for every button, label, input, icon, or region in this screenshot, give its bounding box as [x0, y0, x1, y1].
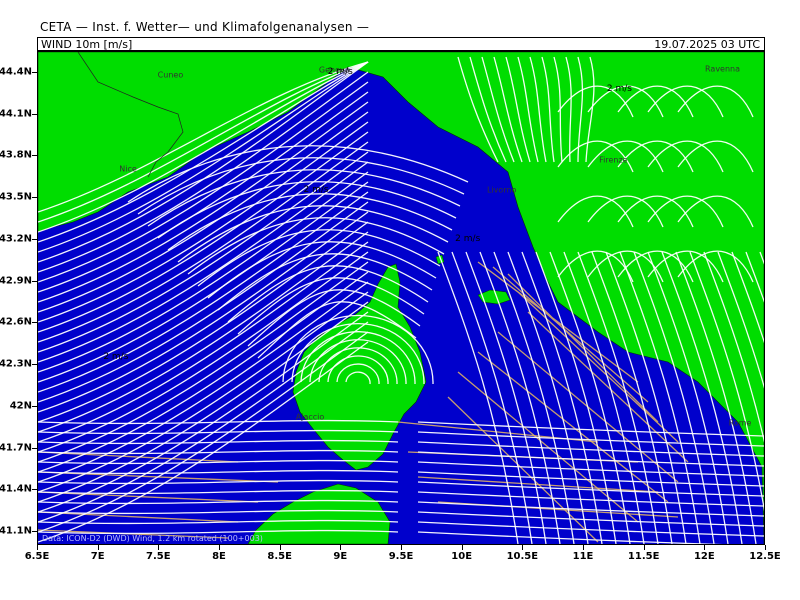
y-tick-label: 42.6N [0, 316, 32, 328]
x-tick-label: 9.5E [388, 551, 414, 562]
field-label: WIND 10m [m/s] [41, 38, 133, 51]
y-tick-label: 41.1N [0, 525, 32, 537]
y-tick-mark [32, 155, 37, 157]
x-tick-label: 9E [333, 551, 348, 562]
valid-datetime: 19.07.2025 03 UTC [654, 38, 760, 51]
city-label: Rome [728, 418, 752, 428]
wind-speed-label: 2 m/s [455, 233, 481, 244]
x-tick-label: 10.5E [506, 551, 539, 562]
x-tick-mark [97, 545, 99, 550]
wind-speed-label: 2 m/s [303, 185, 329, 196]
x-tick-label: 7.5E [146, 551, 171, 562]
y-tick-mark [32, 405, 37, 407]
city-label: Livorno [486, 185, 517, 195]
wind-map-svg [38, 52, 764, 544]
city-label: Firenze [599, 155, 628, 165]
y-tick-mark [32, 364, 37, 366]
x-tick-label: 10E [451, 551, 473, 562]
y-tick-label: 44.4N [0, 66, 32, 78]
y-tick-label: 41.7N [0, 442, 32, 454]
city-label: Nice [119, 164, 137, 174]
y-tick-mark [32, 197, 37, 199]
y-tick-mark [32, 71, 37, 73]
city-label: Ajaccio [295, 412, 325, 422]
y-tick-mark [32, 113, 37, 115]
y-tick-mark [32, 280, 37, 282]
x-tick-mark [643, 545, 645, 550]
x-tick-label: 6.5E [24, 551, 50, 562]
x-tick-mark [340, 545, 342, 550]
footer-note: Data: ICON-D2 (DWD) Wind, 1.2 km rotated… [42, 534, 263, 543]
y-tick-label: 42.3N [0, 358, 32, 370]
x-tick-mark [765, 545, 766, 550]
wind-map[interactable] [37, 51, 765, 545]
city-label: Cuneo [157, 70, 184, 80]
y-tick-label: 43.5N [0, 191, 32, 203]
x-tick-mark [704, 545, 706, 550]
x-tick-label: 8.5E [267, 551, 292, 562]
y-tick-label: 41.4N [0, 483, 32, 495]
x-tick-mark [158, 545, 160, 550]
y-tick-mark [32, 238, 37, 240]
x-tick-mark [279, 545, 281, 550]
city-label: Ravenna [705, 64, 741, 74]
x-tick-mark [461, 545, 463, 550]
y-tick-label: 42N [9, 400, 32, 412]
wind-speed-label: 2 m/s [327, 66, 353, 77]
y-tick-mark [32, 447, 37, 449]
x-tick-label: 12E [693, 551, 715, 562]
x-tick-mark [401, 545, 402, 550]
x-tick-mark [522, 545, 524, 550]
field-label-bar: WIND 10m [m/s] 19.07.2025 03 UTC [37, 37, 765, 51]
x-tick-label: 11E [572, 551, 594, 562]
y-tick-label: 43.8N [0, 149, 32, 161]
x-tick-label: 8E [212, 551, 226, 562]
x-tick-mark [37, 545, 38, 550]
y-tick-mark [32, 489, 37, 491]
y-tick-mark [32, 531, 37, 533]
x-tick-label: 7E [90, 551, 105, 562]
y-tick-label: 44.1N [0, 108, 32, 120]
x-tick-mark [219, 545, 220, 550]
y-tick-mark [32, 322, 37, 324]
chart-title: CETA — Inst. f. Wetter— und Klimafolgena… [40, 20, 370, 34]
x-tick-label: 11.5E [627, 551, 660, 562]
x-tick-mark [583, 545, 584, 550]
y-tick-label: 43.2N [0, 233, 32, 245]
wind-speed-label: 2 m/s [606, 83, 632, 94]
y-tick-label: 42.9N [0, 275, 32, 287]
x-tick-label: 12.5E [749, 551, 781, 562]
wind-speed-label: 2 m/s [103, 352, 129, 363]
